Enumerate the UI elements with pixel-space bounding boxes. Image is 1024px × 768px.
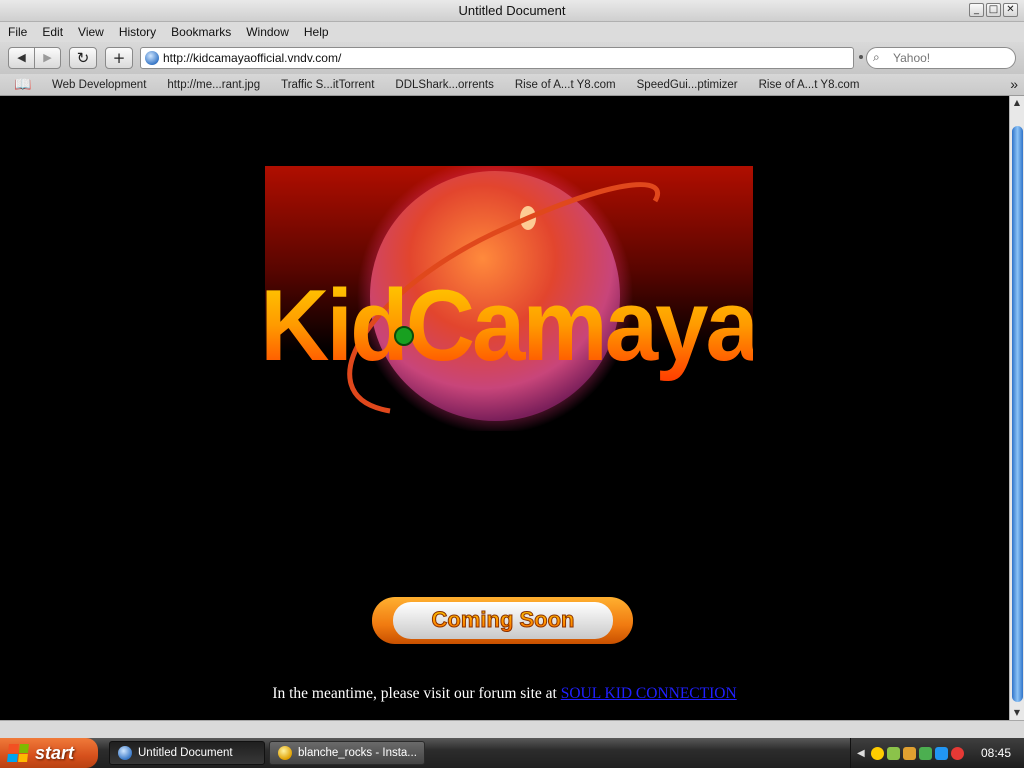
start-button[interactable]: start (0, 738, 98, 768)
task-label: blanche_rocks - Insta... (298, 747, 417, 759)
nav-button-group: ◀ ▶ (8, 47, 61, 69)
menu-file[interactable]: File (8, 25, 27, 39)
search-box[interactable]: ⌕ (866, 47, 1016, 69)
taskbar: start Untitled Document blanche_rocks - … (0, 738, 1024, 768)
messenger-icon (278, 746, 292, 760)
scroll-thumb[interactable] (1012, 126, 1023, 702)
url-text[interactable]: http://kidcamayaofficial.vndv.com/ (163, 51, 341, 65)
search-icon[interactable]: ⌕ (873, 50, 880, 65)
bookmark-item[interactable]: Rise of A...t Y8.com (759, 79, 860, 91)
reload-button[interactable]: ↻ (69, 47, 97, 69)
system-tray: ◀ 08:45 (850, 738, 1024, 768)
bookmark-item[interactable]: DDLShark...orrents (395, 79, 493, 91)
bookmark-item[interactable]: Web Development (52, 79, 146, 91)
menu-history[interactable]: History (119, 25, 156, 39)
taskbar-item-untitled-document[interactable]: Untitled Document (109, 741, 265, 765)
close-button[interactable]: ✕ (1003, 3, 1018, 17)
messenger-tray-icon[interactable] (918, 746, 932, 760)
network-tray-icon[interactable] (886, 746, 900, 760)
bookmark-item[interactable]: http://me...rant.jpg (167, 79, 260, 91)
green-bug-icon (394, 326, 414, 346)
browser-toolbar: ◀ ▶ ↻ + http://kidcamayaofficial.vndv.co… (0, 42, 1024, 74)
menu-edit[interactable]: Edit (42, 25, 63, 39)
browser-globe-icon (118, 746, 132, 760)
page-content: KidCamaya Coming Soon In the meantime, p… (0, 96, 1009, 720)
vertical-scrollbar[interactable]: ▲ ▼ (1009, 96, 1024, 720)
clock[interactable]: 08:45 (981, 746, 1011, 760)
coming-soon-text: Coming Soon (432, 607, 575, 632)
bookmark-item[interactable]: Rise of A...t Y8.com (515, 79, 616, 91)
menu-view[interactable]: View (78, 25, 104, 39)
sync-tray-icon[interactable] (950, 746, 964, 760)
shield-tray-icon[interactable] (902, 746, 916, 760)
address-bar[interactable]: http://kidcamayaofficial.vndv.com/ (140, 47, 863, 69)
meantime-message: In the meantime, please visit our forum … (0, 685, 1009, 703)
scroll-down-arrow-icon[interactable]: ▼ (1010, 706, 1024, 720)
more-bookmarks-chevron-icon[interactable]: » (1010, 76, 1018, 92)
search-input[interactable] (893, 50, 1008, 66)
window-controls: _ □ ✕ (969, 3, 1018, 17)
meantime-text: In the meantime, please visit our forum … (272, 685, 561, 702)
maximize-button[interactable]: □ (986, 3, 1001, 17)
kidcamaya-logo: KidCamaya (260, 166, 753, 431)
menu-bookmarks[interactable]: Bookmarks (171, 25, 231, 39)
logo-text: KidCamaya (260, 269, 753, 382)
task-label: Untitled Document (138, 747, 233, 759)
bookmark-item[interactable]: Traffic S...itTorrent (281, 79, 374, 91)
menu-help[interactable]: Help (304, 25, 329, 39)
back-button[interactable]: ◀ (9, 48, 34, 68)
window-title-bar: Untitled Document _ □ ✕ (0, 0, 1024, 22)
address-dropdown-icon[interactable] (859, 55, 863, 59)
add-bookmark-button[interactable]: + (105, 47, 133, 69)
scroll-up-arrow-icon[interactable]: ▲ (1010, 96, 1024, 110)
smiley-tray-icon[interactable] (870, 746, 884, 760)
taskbar-item-instant-messenger[interactable]: blanche_rocks - Insta... (269, 741, 425, 765)
bookmarks-bar: 📖 Web Development http://me...rant.jpg T… (0, 74, 1024, 96)
coming-soon-badge: Coming Soon (372, 597, 633, 644)
window-title: Untitled Document (458, 3, 566, 18)
minimize-button[interactable]: _ (969, 3, 984, 17)
forum-link[interactable]: SOUL KID CONNECTION (561, 685, 737, 702)
forward-button[interactable]: ▶ (34, 48, 60, 68)
status-bar (0, 720, 1024, 738)
windows-flag-icon (7, 744, 29, 762)
site-globe-icon (145, 51, 159, 65)
start-label: start (35, 742, 75, 763)
tray-expand-chevron-icon[interactable]: ◀ (857, 748, 865, 759)
update-tray-icon[interactable] (934, 746, 948, 760)
open-book-icon[interactable]: 📖 (14, 76, 32, 93)
bookmark-item[interactable]: SpeedGui...ptimizer (637, 79, 738, 91)
menu-bar: File Edit View History Bookmarks Window … (0, 22, 1024, 42)
menu-window[interactable]: Window (246, 25, 289, 39)
